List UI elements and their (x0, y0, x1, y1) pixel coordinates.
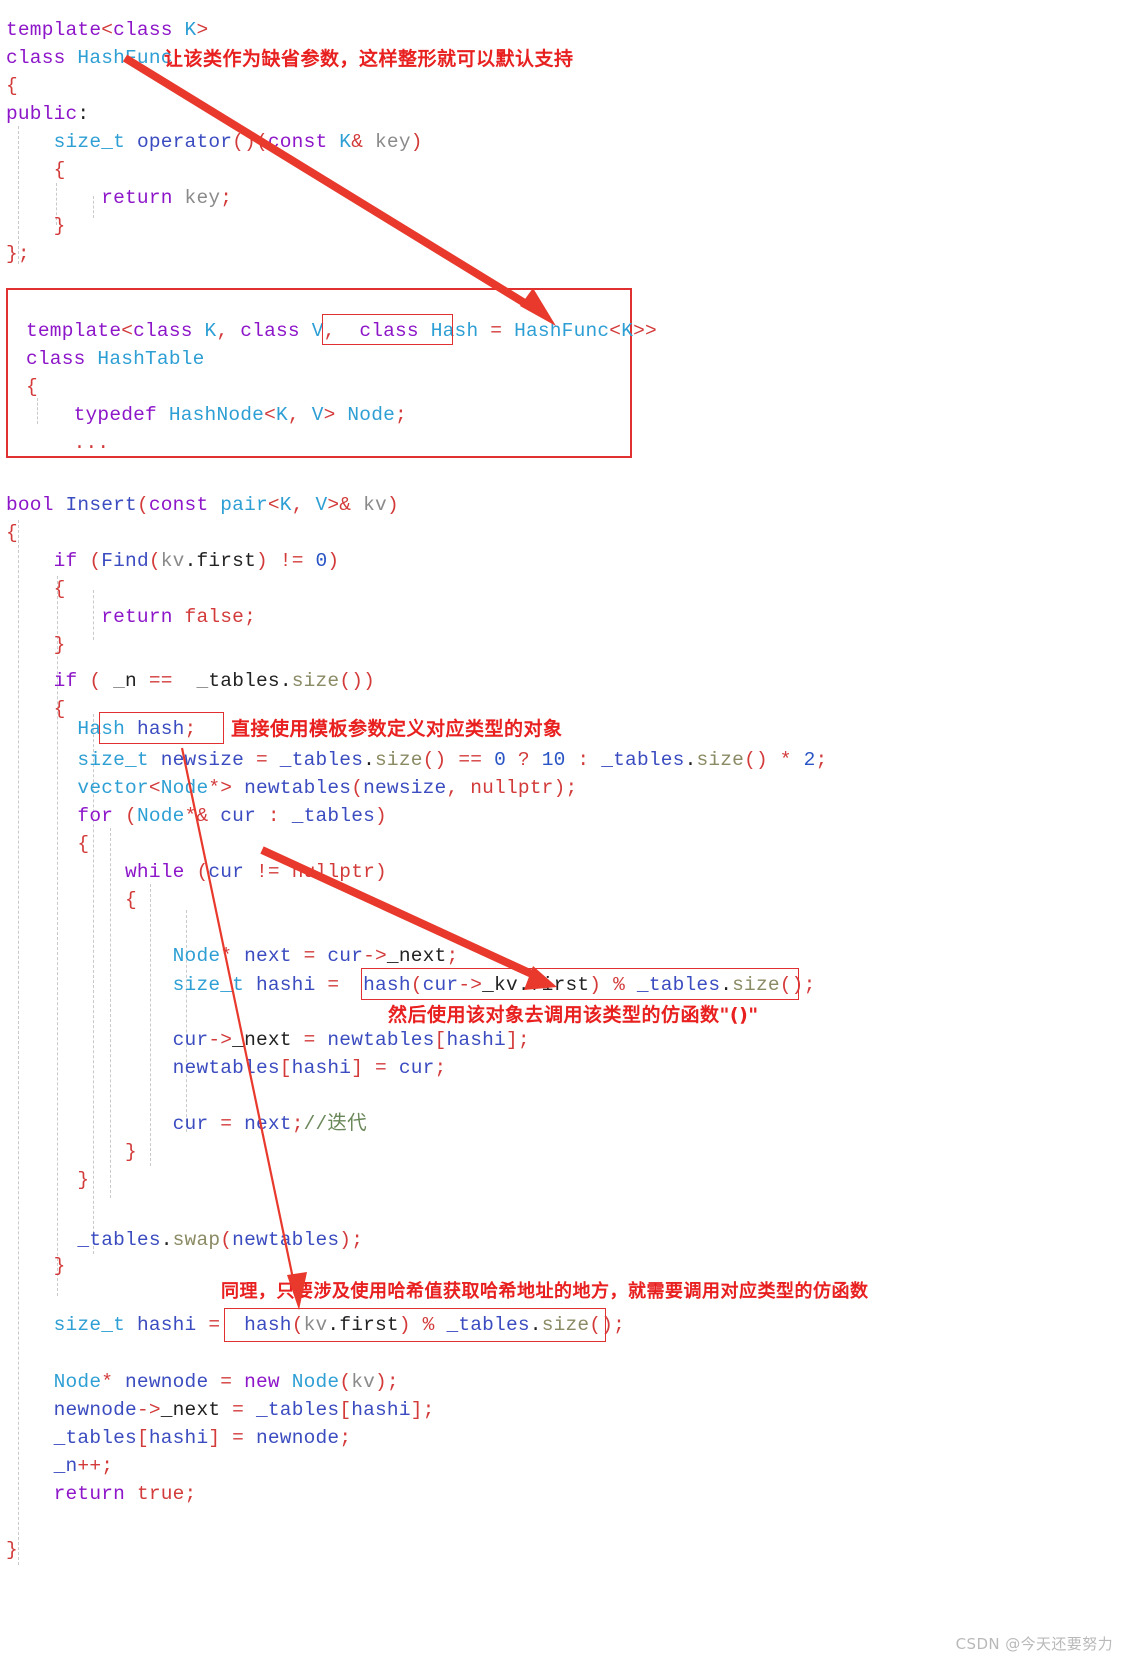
code-line: return true; (53, 1483, 197, 1505)
code-line: } (125, 1141, 137, 1163)
watermark: CSDN @今天还要努力 (955, 1635, 1113, 1653)
code-line: newtables[hashi] = cur; (172, 1057, 447, 1079)
code-line: { (125, 889, 137, 911)
code-line: ... (73, 432, 110, 454)
code-line: _tables.swap(newtables); (77, 1229, 364, 1251)
code-line: { (53, 159, 66, 181)
code-line: return false; (101, 606, 256, 628)
code-line: { (6, 75, 18, 97)
code-line: if ( _n == _tables.size()) (53, 670, 376, 692)
code-line: cur = next;//迭代 (172, 1113, 367, 1135)
code-line: Node* next = cur->_next; (172, 945, 459, 967)
code-line: } (77, 1169, 90, 1191)
code-line: typedef HashNode<K, V> Node; (73, 404, 407, 426)
code-line: } (53, 1255, 66, 1277)
code-line: return key; (101, 187, 233, 209)
code-line: _tables[hashi] = newnode; (53, 1427, 352, 1449)
annot-call-functor: 然后使用该对象去调用该类型的仿函数"()" (388, 1004, 759, 1026)
code-line: { (6, 522, 18, 544)
code-line: for (Node*& cur : _tables) (77, 805, 387, 827)
code-line: newnode->_next = _tables[hashi]; (53, 1399, 435, 1421)
code-line: { (26, 376, 38, 398)
code-line: template<class K, class V, class Hash = … (26, 320, 657, 342)
annot-default-param: 让该类作为缺省参数，这样整形就可以默认支持 (164, 48, 574, 70)
code-line: { (77, 833, 90, 855)
code-canvas: template<class K> class HashFunc { publi… (0, 0, 1121, 1662)
code-line: }; (6, 243, 30, 265)
code-line: _n++; (53, 1455, 114, 1477)
code-line: bool Insert(const pair<K, V>& kv) (6, 494, 399, 516)
code-line: while (cur != nullptr) (125, 861, 387, 883)
code-line: cur->_next = newtables[hashi]; (172, 1029, 530, 1051)
code-line: } (53, 215, 66, 237)
code-line: size_t operator()(const K& key) (53, 131, 423, 153)
code-line: class HashTable (26, 348, 205, 370)
code-line: Node* newnode = new Node(kv); (53, 1371, 399, 1393)
code-line: vector<Node*> newtables(newsize, nullptr… (77, 777, 578, 799)
code-line: class HashFunc (6, 47, 173, 69)
code-line: } (6, 1539, 18, 1561)
code-line: public: (6, 103, 90, 125)
code-line: size_t hashi = hash(cur->_kv.first) % _t… (172, 974, 816, 996)
code-line: if (Find(kv.first) != 0) (53, 550, 340, 572)
annot-template-object: 直接使用模板参数定义对应类型的对象 (231, 718, 563, 740)
code-line: { (53, 578, 66, 600)
annot-same-reason: 同理，只要涉及使用哈希值获取哈希地址的地方，就需要调用对应类型的仿函数 (221, 1281, 869, 1302)
code-line: } (53, 634, 66, 656)
code-line: size_t hashi = hash(kv.first) % _tables.… (53, 1314, 626, 1336)
code-line: Hash hash; (77, 718, 197, 740)
code-line: template<class K> (6, 19, 209, 41)
code-line: size_t newsize = _tables.size() == 0 ? 1… (77, 749, 828, 771)
